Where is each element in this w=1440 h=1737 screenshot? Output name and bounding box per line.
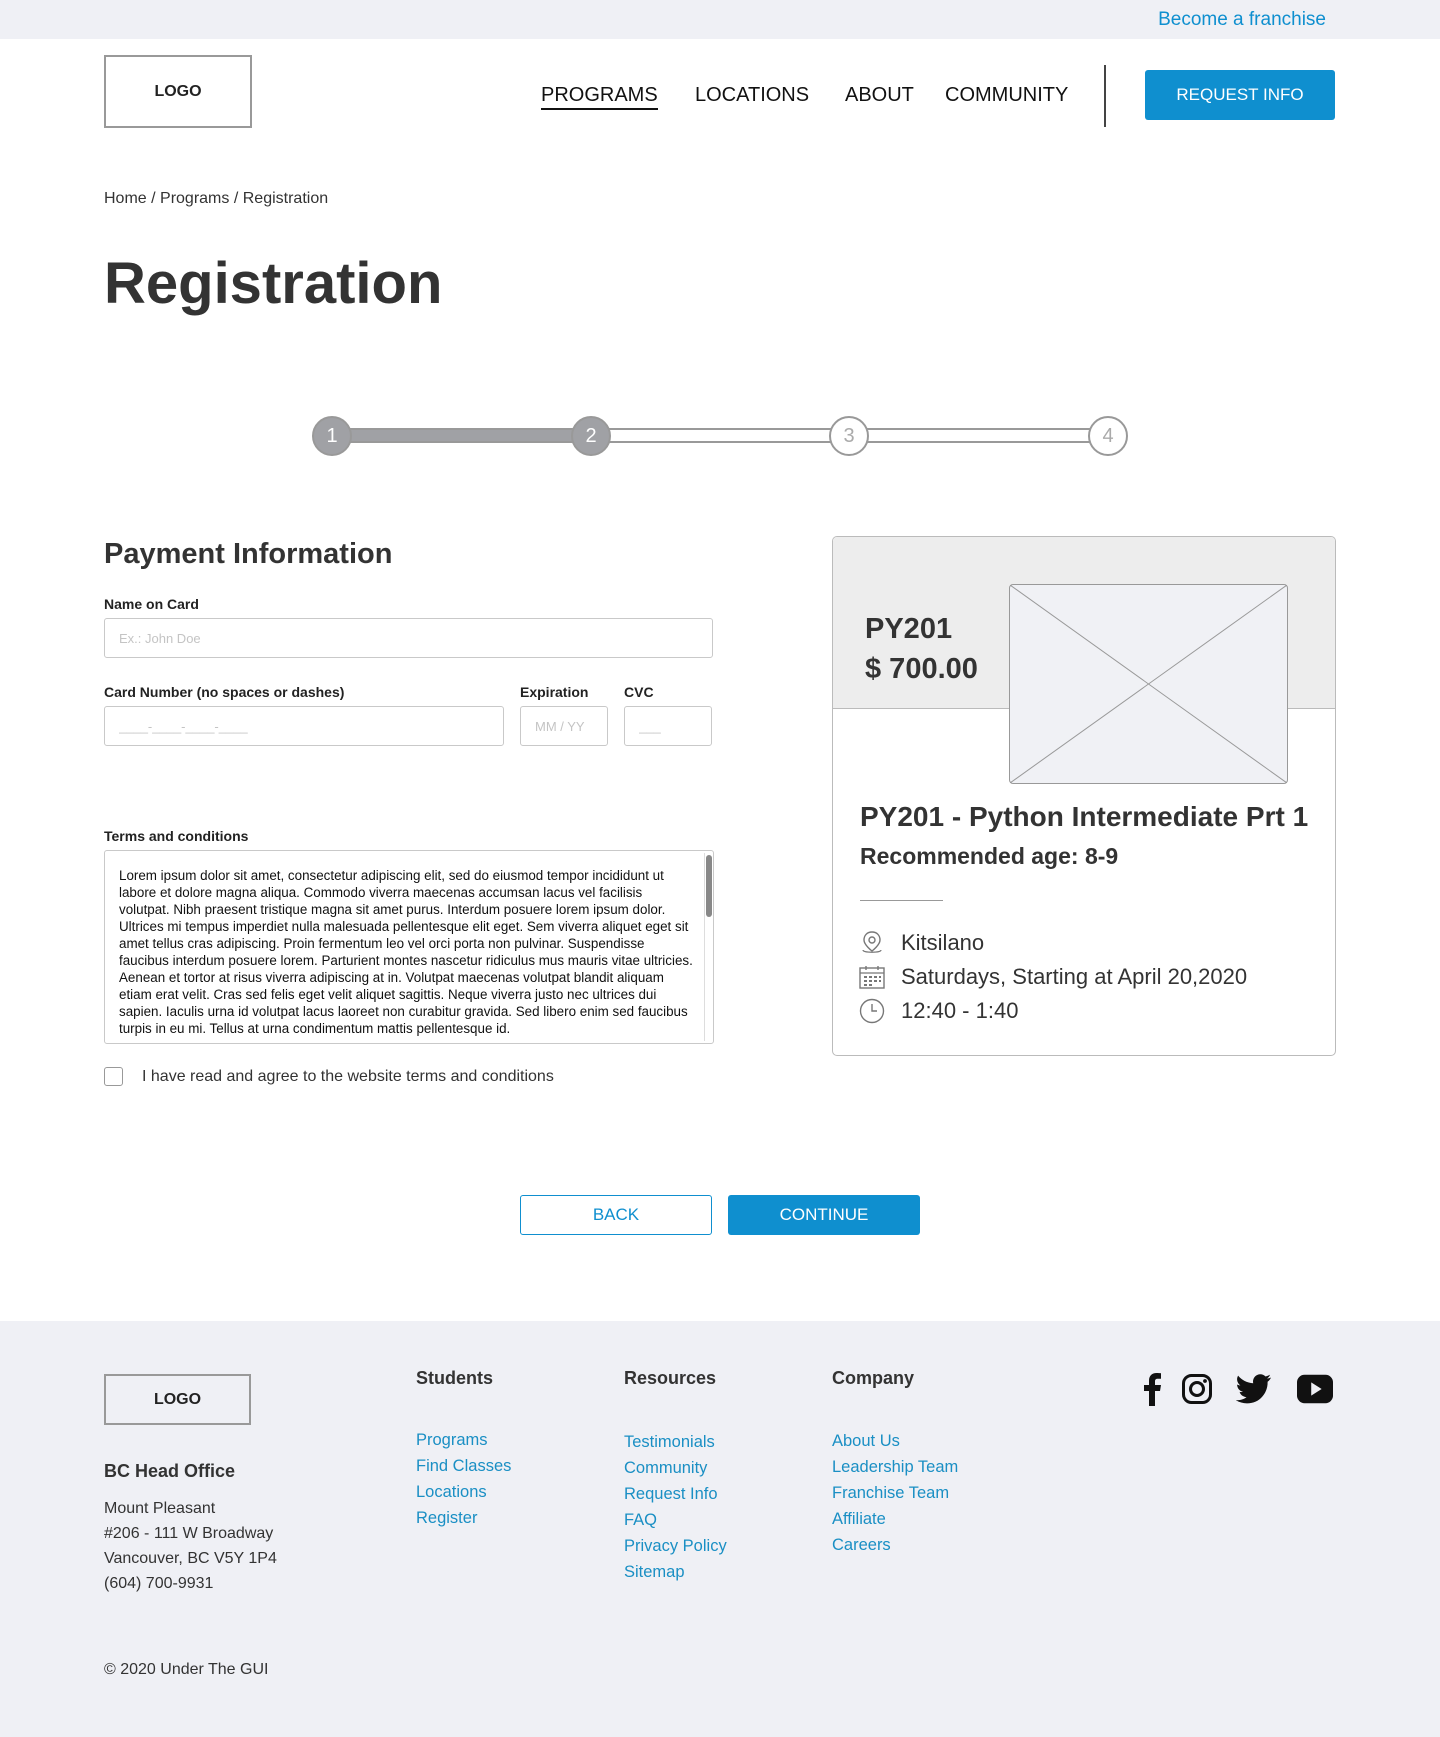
footer-link-affiliate[interactable]: Affiliate (832, 1510, 886, 1529)
agree-terms-label[interactable]: I have read and agree to the website ter… (142, 1068, 554, 1086)
expiration-input[interactable] (520, 706, 608, 746)
breadcrumb-registration: Registration (242, 190, 329, 207)
top-bar: Become a franchise (0, 0, 1440, 39)
footer-resources-title: Resources (624, 1368, 717, 1388)
cvc-label: CVC (624, 684, 654, 700)
breadcrumb-home[interactable]: Home (104, 190, 147, 207)
footer-link-leadership-team[interactable]: Leadership Team (832, 1458, 958, 1477)
clock-icon (859, 998, 885, 1024)
twitter-icon[interactable] (1236, 1371, 1272, 1407)
course-time: 12:40 - 1:40 (901, 998, 1019, 1023)
office-address-line: #206 - 111 W Broadway (104, 1525, 274, 1542)
copyright: © 2020 Under The GUI (104, 1661, 269, 1678)
terms-scrollbar[interactable] (704, 853, 712, 1041)
office-phone: (604) 700-9931 (104, 1575, 214, 1592)
step-1: 1 (312, 416, 352, 456)
calendar-icon (859, 964, 885, 990)
request-info-button[interactable]: REQUEST INFO (1145, 70, 1335, 120)
divider (860, 900, 943, 901)
terms-text: Lorem ipsum dolor sit amet, consectetur … (119, 868, 693, 1036)
location-pin-icon (859, 930, 885, 956)
course-time-row: 12:40 - 1:40 (859, 997, 1018, 1025)
terms-label: Terms and conditions (104, 828, 249, 844)
back-button[interactable]: BACK (520, 1195, 712, 1235)
footer-link-testimonials[interactable]: Testimonials (624, 1433, 715, 1452)
footer-logo[interactable]: LOGO (104, 1374, 251, 1425)
terms-scrollbar-thumb[interactable] (706, 855, 712, 917)
cvc-input[interactable] (624, 706, 712, 746)
step-3: 3 (829, 416, 869, 456)
course-name: PY201 - Python Intermediate Prt 1 (860, 801, 1309, 832)
become-franchise-link[interactable]: Become a franchise (1158, 9, 1326, 31)
footer-link-programs[interactable]: Programs (416, 1431, 488, 1450)
page-title: Registration (104, 251, 443, 316)
footer-company-title: Company (832, 1368, 915, 1388)
office-title: BC Head Office (104, 1461, 236, 1481)
breadcrumb-separator: / (151, 190, 161, 207)
nav-locations[interactable]: LOCATIONS (695, 84, 809, 107)
breadcrumb-programs[interactable]: Programs (160, 190, 229, 207)
expiration-label: Expiration (520, 684, 589, 700)
agree-terms-checkbox[interactable] (104, 1067, 123, 1086)
card-number-input[interactable] (104, 706, 504, 746)
step-2: 2 (571, 416, 611, 456)
course-age: Recommended age: 8-9 (860, 843, 1119, 869)
footer-link-faq[interactable]: FAQ (624, 1511, 657, 1530)
continue-button[interactable]: CONTINUE (728, 1195, 920, 1235)
footer-link-about-us[interactable]: About Us (832, 1432, 900, 1451)
instagram-icon[interactable] (1179, 1371, 1215, 1407)
footer-link-franchise-team[interactable]: Franchise Team (832, 1484, 949, 1503)
breadcrumb: Home / Programs / Registration (104, 190, 328, 208)
footer-link-register[interactable]: Register (416, 1509, 477, 1528)
footer-link-sitemap[interactable]: Sitemap (624, 1563, 685, 1582)
course-price: $ 700.00 (865, 653, 978, 685)
footer-link-request-info[interactable]: Request Info (624, 1485, 718, 1504)
footer-link-careers[interactable]: Careers (832, 1536, 891, 1555)
course-schedule-row: Saturdays, Starting at April 20,2020 (859, 963, 1247, 991)
nav-about[interactable]: ABOUT (845, 84, 914, 107)
breadcrumb-separator: / (233, 190, 243, 207)
name-on-card-input[interactable] (104, 618, 713, 658)
footer-link-locations[interactable]: Locations (416, 1483, 487, 1502)
footer-link-community[interactable]: Community (624, 1459, 707, 1478)
card-number-label: Card Number (no spaces or dashes) (104, 684, 345, 700)
header-logo[interactable]: LOGO (104, 55, 252, 128)
progress-stepper: 1 2 3 4 (312, 415, 1128, 457)
image-placeholder-icon (1009, 584, 1288, 784)
terms-textbox[interactable]: Lorem ipsum dolor sit amet, consectetur … (104, 850, 714, 1044)
facebook-icon[interactable] (1134, 1371, 1170, 1407)
nav-programs[interactable]: PROGRAMS (541, 84, 658, 110)
step-connector-3-4 (860, 428, 1100, 443)
footer-students-title: Students (416, 1368, 494, 1388)
course-code: PY201 (865, 613, 953, 645)
step-4: 4 (1088, 416, 1128, 456)
office-address-line: Mount Pleasant (104, 1500, 216, 1517)
nav-community[interactable]: COMMUNITY (945, 84, 1068, 107)
site-header: LOGO PROGRAMS LOCATIONS ABOUT COMMUNITY … (0, 39, 1440, 151)
footer-link-privacy-policy[interactable]: Privacy Policy (624, 1537, 727, 1556)
nav-divider (1104, 65, 1106, 127)
step-connector-1-2 (342, 428, 582, 443)
course-location-row: Kitsilano (859, 929, 984, 957)
name-on-card-label: Name on Card (104, 596, 199, 612)
youtube-icon[interactable] (1297, 1371, 1333, 1407)
payment-section-title: Payment Information (104, 538, 393, 570)
course-image-placeholder (1009, 584, 1288, 784)
footer-link-find-classes[interactable]: Find Classes (416, 1457, 511, 1476)
course-schedule: Saturdays, Starting at April 20,2020 (901, 964, 1248, 989)
office-address-line: Vancouver, BC V5Y 1P4 (104, 1550, 277, 1567)
course-summary-card: PY201 $ 700.00 PY201 - Python Intermedia… (832, 536, 1336, 1056)
step-connector-2-3 (602, 428, 842, 443)
course-location: Kitsilano (901, 930, 985, 955)
site-footer: LOGO BC Head Office Mount Pleasant #206 … (0, 1321, 1440, 1737)
